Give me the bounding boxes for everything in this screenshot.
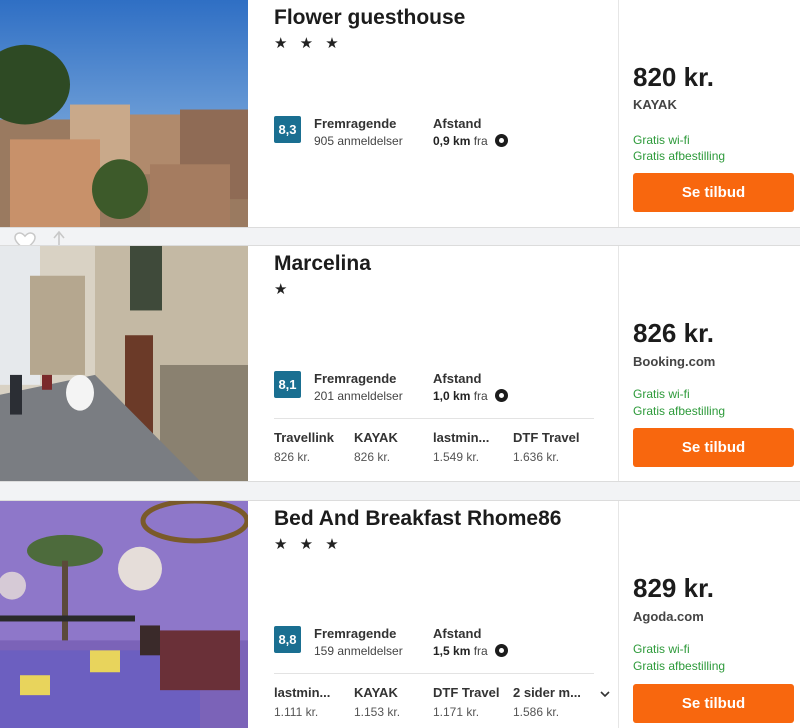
distance-label: Afstand	[433, 371, 482, 386]
location-pin-icon	[495, 389, 509, 402]
hotel-photo[interactable]	[0, 501, 248, 728]
offer-provider: 2 sider m...	[513, 685, 581, 700]
offer-provider: DTF Travel	[513, 430, 580, 445]
offer-item[interactable]: lastmin... 1.111 kr.	[274, 685, 354, 719]
distance-km: 1,5 km	[433, 644, 471, 658]
offer-provider: DTF Travel	[433, 685, 500, 700]
chevron-down-icon[interactable]	[600, 687, 610, 701]
price-box: 820 kr. KAYAK Gratis wi-fi Gratis afbest…	[618, 0, 800, 227]
hotel-card[interactable]: Flower guesthouse ★ ★ ★ 8,3 Fremragende …	[0, 0, 800, 228]
see-deal-button[interactable]: Se tilbud	[633, 684, 794, 723]
hotel-name[interactable]: Marcelina	[274, 252, 371, 276]
price-box: 826 kr. Booking.com Gratis wi-fi Gratis …	[618, 246, 800, 481]
offer-provider: lastmin...	[274, 685, 331, 700]
see-deal-button[interactable]: Se tilbud	[633, 173, 794, 212]
provider-name: Booking.com	[633, 354, 716, 369]
distance-suffix: fra	[473, 389, 488, 403]
location-pin-icon	[495, 644, 509, 657]
perk-cancellation: Gratis afbestilling	[633, 149, 726, 163]
hotel-card[interactable]: Bed And Breakfast Rhome86 ★ ★ ★ 8,8 Frem…	[0, 500, 800, 728]
offer-provider: KAYAK	[354, 685, 398, 700]
hotel-info: Marcelina ★ 8,1 Fremragende 201 anmeldel…	[274, 246, 614, 481]
hotel-info: Flower guesthouse ★ ★ ★ 8,3 Fremragende …	[274, 0, 614, 227]
review-count[interactable]: 159 anmeldelser	[314, 644, 403, 658]
price: 826 kr.	[633, 318, 714, 348]
offer-provider: lastmin...	[433, 430, 490, 445]
offer-provider: Travellink	[274, 430, 334, 445]
price: 829 kr.	[633, 573, 714, 603]
distance-value[interactable]: 1,5 km fra	[433, 644, 509, 658]
hotel-name[interactable]: Flower guesthouse	[274, 6, 465, 30]
provider-name: KAYAK	[633, 97, 677, 112]
offer-price: 1.549 kr.	[433, 450, 480, 464]
hotel-name[interactable]: Bed And Breakfast Rhome86	[274, 507, 561, 531]
hotel-photo[interactable]	[0, 246, 248, 481]
perk-cancellation: Gratis afbestilling	[633, 404, 726, 418]
score-label: Fremragende	[314, 371, 397, 386]
distance-suffix: fra	[473, 644, 488, 658]
divider	[274, 673, 594, 674]
price: 820 kr.	[633, 62, 714, 92]
distance-label: Afstand	[433, 116, 482, 131]
hotel-card[interactable]: Marcelina ★ 8,1 Fremragende 201 anmeldel…	[0, 245, 800, 482]
score-label: Fremragende	[314, 626, 397, 641]
perk-wifi: Gratis wi-fi	[633, 642, 690, 656]
star-rating: ★	[274, 281, 292, 298]
perk-wifi: Gratis wi-fi	[633, 133, 690, 147]
offer-price: 1.586 kr.	[513, 705, 560, 719]
offer-provider: KAYAK	[354, 430, 398, 445]
distance-suffix: fra	[473, 134, 488, 148]
offer-price: 1.171 kr.	[433, 705, 480, 719]
offer-more[interactable]: 2 sider m... 1.586 kr.	[513, 685, 593, 719]
hotel-info: Bed And Breakfast Rhome86 ★ ★ ★ 8,8 Frem…	[274, 501, 614, 728]
offer-item[interactable]: KAYAK 1.153 kr.	[354, 685, 434, 719]
divider	[274, 418, 594, 419]
offer-item[interactable]: KAYAK 826 kr.	[354, 430, 434, 464]
card-separator	[0, 482, 800, 500]
perk-wifi: Gratis wi-fi	[633, 387, 690, 401]
star-rating: ★ ★ ★	[274, 35, 343, 52]
offer-item[interactable]: lastmin... 1.549 kr.	[433, 430, 513, 464]
offer-item[interactable]: DTF Travel 1.636 kr.	[513, 430, 593, 464]
score-badge: 8,8	[274, 626, 301, 653]
review-count[interactable]: 905 anmeldelser	[314, 134, 403, 148]
distance-value[interactable]: 0,9 km fra	[433, 134, 509, 148]
offer-price: 1.153 kr.	[354, 705, 401, 719]
offer-price: 1.111 kr.	[274, 705, 319, 719]
location-pin-icon	[495, 134, 509, 147]
offer-price: 826 kr.	[354, 450, 391, 464]
see-deal-button[interactable]: Se tilbud	[633, 428, 794, 467]
score-badge: 8,1	[274, 371, 301, 398]
score-badge: 8,3	[274, 116, 301, 143]
review-count[interactable]: 201 anmeldelser	[314, 389, 403, 403]
distance-km: 0,9 km	[433, 134, 471, 148]
price-box: 829 kr. Agoda.com Gratis wi-fi Gratis af…	[618, 501, 800, 728]
offer-item[interactable]: DTF Travel 1.171 kr.	[433, 685, 513, 719]
distance-value[interactable]: 1,0 km fra	[433, 389, 509, 403]
provider-name: Agoda.com	[633, 609, 704, 624]
card-separator	[0, 228, 800, 245]
perk-cancellation: Gratis afbestilling	[633, 659, 726, 673]
hotel-photo[interactable]	[0, 0, 248, 227]
distance-km: 1,0 km	[433, 389, 471, 403]
star-rating: ★ ★ ★	[274, 536, 343, 553]
offer-price: 1.636 kr.	[513, 450, 560, 464]
offer-item[interactable]: Travellink 826 kr.	[274, 430, 354, 464]
distance-label: Afstand	[433, 626, 482, 641]
score-label: Fremragende	[314, 116, 397, 131]
offer-price: 826 kr.	[274, 450, 311, 464]
